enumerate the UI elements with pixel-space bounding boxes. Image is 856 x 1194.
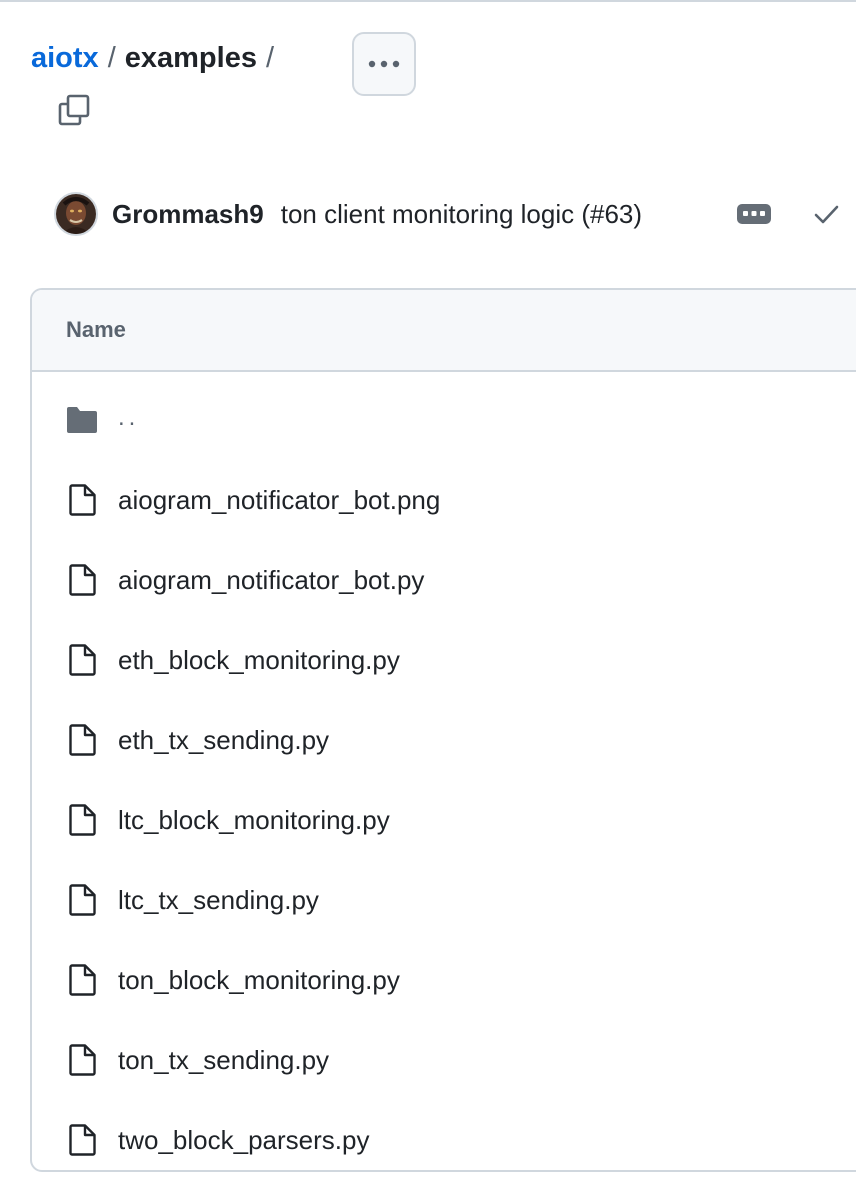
breadcrumb-trailing-separator: / (265, 41, 275, 74)
copy-path-button[interactable] (54, 90, 94, 130)
file-name: ton_tx_sending.py (118, 1044, 330, 1075)
commit-author[interactable]: Grommash9 (112, 199, 264, 230)
file-icon (66, 644, 98, 676)
file-row[interactable]: ton_tx_sending.py (32, 1020, 856, 1100)
file-row[interactable]: eth_block_monitoring.py (32, 620, 856, 700)
file-icon (66, 884, 98, 916)
commit-message[interactable]: ton client monitoring logic (#63) (281, 199, 642, 230)
file-icon (66, 1124, 98, 1156)
avatar-image (56, 194, 96, 234)
top-divider (0, 0, 856, 2)
file-list: .. aiogram_notificator_bot.png aiogram_n… (32, 372, 856, 1170)
check-icon (814, 205, 839, 224)
file-row[interactable]: two_block_parsers.py (32, 1100, 856, 1170)
file-row[interactable]: ton_block_monitoring.py (32, 940, 856, 1020)
file-icon (66, 964, 98, 996)
file-row[interactable]: ltc_tx_sending.py (32, 860, 856, 940)
file-row[interactable]: ltc_block_monitoring.py (32, 780, 856, 860)
file-name: ton_block_monitoring.py (118, 964, 400, 995)
author-avatar[interactable] (54, 192, 98, 236)
kebab-horizontal-icon (368, 60, 400, 68)
file-name: aiogram_notificator_bot.png (118, 484, 441, 515)
file-icon (66, 484, 98, 516)
file-row[interactable]: aiogram_notificator_bot.py (32, 540, 856, 620)
file-name: ltc_block_monitoring.py (118, 804, 390, 835)
file-name: ltc_tx_sending.py (118, 884, 319, 915)
file-icon (66, 804, 98, 836)
more-options-button[interactable] (352, 32, 416, 96)
breadcrumb: aiotx / examples / (31, 38, 283, 78)
file-table: Name .. aiogram_notificator_bot.png aiog… (30, 288, 856, 1172)
commit-details-button[interactable] (737, 204, 771, 224)
file-name: eth_block_monitoring.py (118, 644, 400, 675)
parent-directory-row[interactable]: .. (32, 380, 856, 460)
breadcrumb-current-directory: examples (124, 41, 257, 74)
breadcrumb-separator: / (107, 41, 116, 74)
folder-icon (66, 404, 98, 436)
column-header-name: Name (66, 317, 126, 342)
parent-directory-label: .. (118, 404, 140, 431)
latest-commit-bar: Grommash9 ton client monitoring logic (#… (54, 192, 839, 236)
ellipsis-icon (743, 211, 765, 216)
file-name: aiogram_notificator_bot.py (118, 564, 425, 595)
breadcrumb-repo-link[interactable]: aiotx (31, 42, 99, 75)
table-header: Name (32, 290, 856, 372)
copy-icon (58, 94, 90, 126)
file-icon (66, 724, 98, 756)
file-row[interactable]: eth_tx_sending.py (32, 700, 856, 780)
file-name: two_block_parsers.py (118, 1124, 370, 1155)
file-name: eth_tx_sending.py (118, 724, 330, 755)
file-icon (66, 1044, 98, 1076)
file-icon (66, 564, 98, 596)
file-row[interactable]: aiogram_notificator_bot.png (32, 460, 856, 540)
